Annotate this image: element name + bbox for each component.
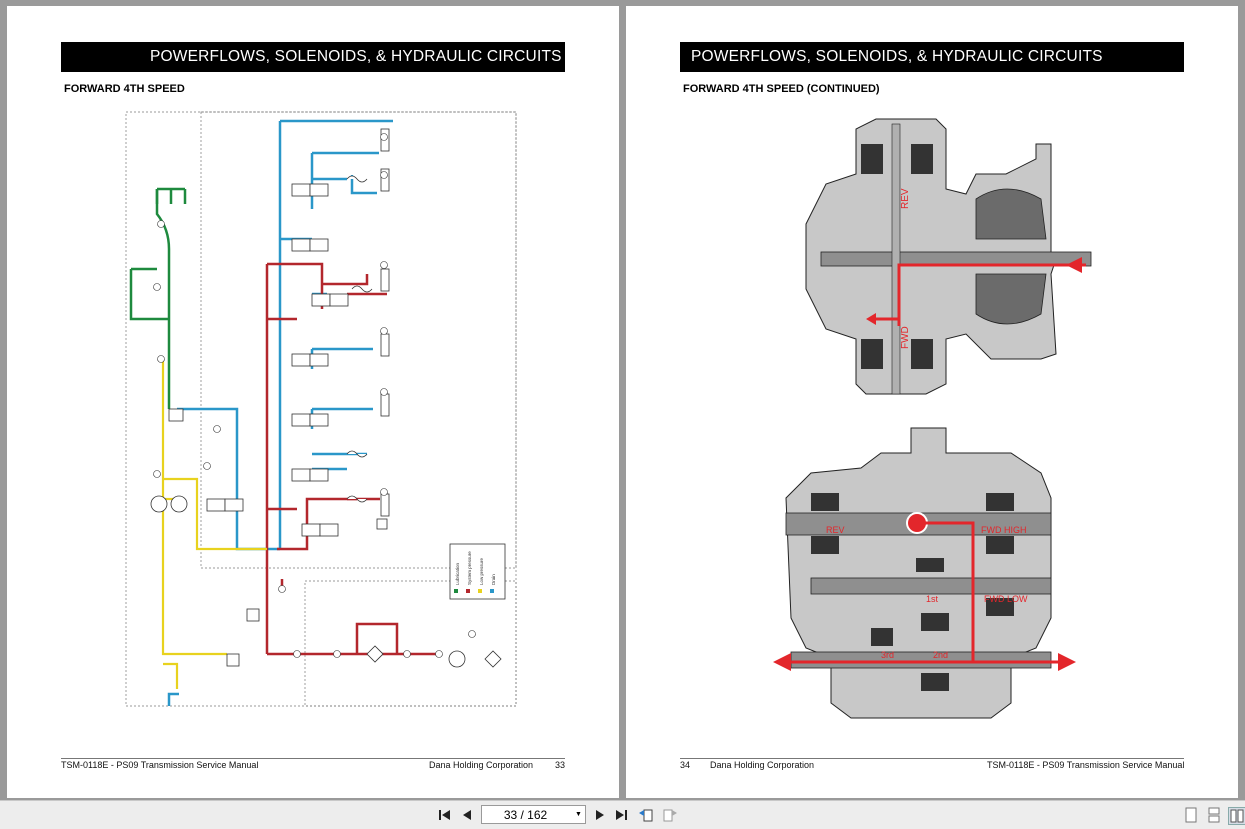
footer-company: Dana Holding Corporation xyxy=(710,760,815,770)
legend-low-pressure: Low pressure xyxy=(479,557,484,585)
page-indicator: 33 / 162 xyxy=(503,807,548,822)
go-forward-icon[interactable] xyxy=(662,807,678,823)
single-page-view-icon[interactable] xyxy=(1183,807,1199,823)
legend-system-pressure: System pressure xyxy=(467,551,472,585)
footer-company: Dana Holding Corporation xyxy=(429,760,534,770)
footer-page-number: 33 xyxy=(555,760,566,770)
label-1st: 1st xyxy=(926,594,939,604)
previous-page-icon[interactable] xyxy=(459,807,475,823)
label-fwd: FWD xyxy=(900,326,911,349)
left-page: POWERFLOWS, SOLENOIDS, & HYDRAULIC CIRCU… xyxy=(7,6,619,798)
next-page-icon[interactable] xyxy=(592,807,608,823)
right-page: POWERFLOWS, SOLENOIDS, & HYDRAULIC CIRCU… xyxy=(626,6,1238,798)
gear-train-section-diagram: REV FWD HIGH 1st FWD LOW 3rd 2nd xyxy=(773,427,1076,719)
footer-rule xyxy=(680,758,1184,759)
footer-page-number: 34 xyxy=(680,760,691,770)
legend-drain: Drain xyxy=(491,574,496,585)
footer-manual-title: TSM-0118E - PS09 Transmission Service Ma… xyxy=(987,760,1185,770)
hydraulic-circuit-diagram: Lubrication System pressure Low pressure… xyxy=(125,111,517,707)
go-back-icon[interactable] xyxy=(638,807,654,823)
label-3rd: 3rd xyxy=(881,650,894,660)
page-banner: POWERFLOWS, SOLENOIDS, & HYDRAULIC CIRCU… xyxy=(680,42,1184,72)
footer-manual-title: TSM-0118E - PS09 Transmission Service Ma… xyxy=(61,760,259,770)
page-banner: POWERFLOWS, SOLENOIDS, & HYDRAULIC CIRCU… xyxy=(61,42,565,72)
legend-lubrication: Lubrication xyxy=(455,562,460,585)
last-page-icon[interactable] xyxy=(613,807,629,823)
label-rev: REV xyxy=(900,188,911,209)
continuous-view-icon[interactable] xyxy=(1206,807,1222,823)
label-2nd: 2nd xyxy=(933,650,948,660)
section-heading: FORWARD 4TH SPEED xyxy=(64,83,185,95)
chevron-down-icon: ▼ xyxy=(575,811,582,818)
label-rev: REV xyxy=(826,525,845,535)
page-number-select[interactable]: 33 / 162 ▼ xyxy=(481,805,586,824)
section-heading: FORWARD 4TH SPEED (CONTINUED) xyxy=(683,83,880,95)
two-page-view-icon[interactable] xyxy=(1228,807,1245,825)
first-page-icon[interactable] xyxy=(437,807,453,823)
clutch-pack-section-diagram: REV FWD xyxy=(805,118,1092,395)
label-fwd-high: FWD HIGH xyxy=(981,525,1027,535)
label-fwd-low: FWD LOW xyxy=(984,594,1028,604)
viewer-toolbar: 33 / 162 ▼ xyxy=(0,800,1245,829)
footer-rule xyxy=(61,758,565,759)
